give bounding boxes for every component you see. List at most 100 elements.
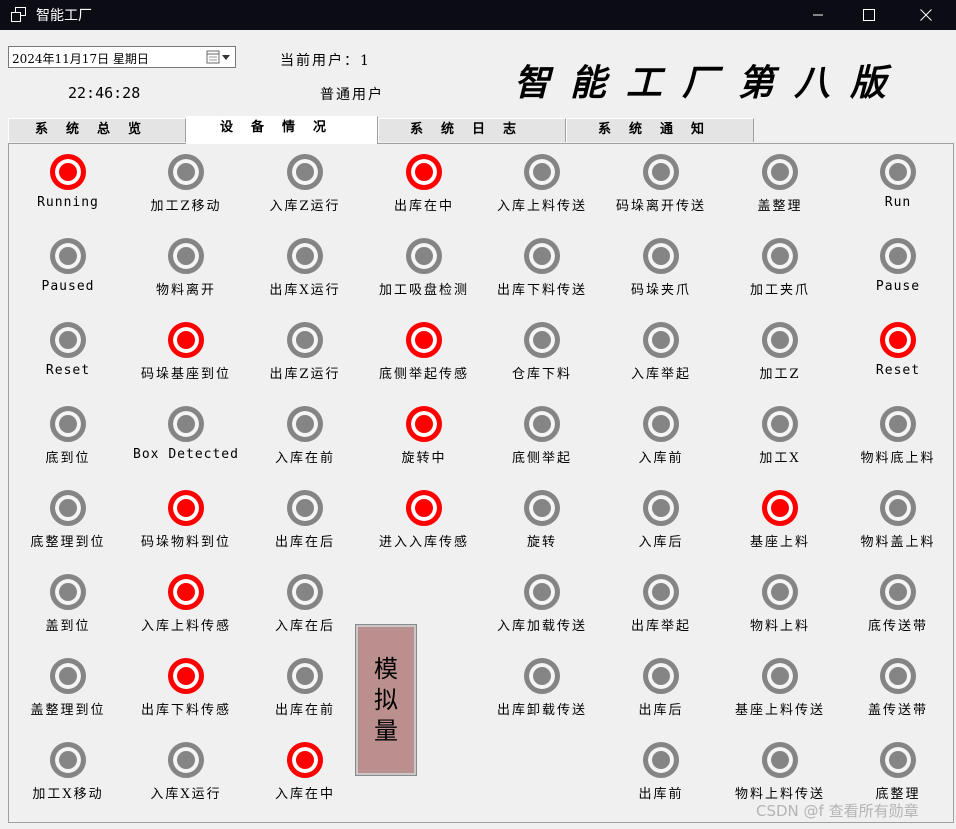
indicator: 底整理 [839,736,956,806]
tab-system-overview[interactable]: 系统总览 [8,118,186,142]
indicator: 进入入库传感 [365,484,483,554]
indicator-label: Pause [875,279,921,294]
indicator-lamp-off [643,322,679,358]
indicator-lamp-off [287,322,323,358]
indicator: 出库在中 [365,148,483,218]
indicator-lamp-off [50,490,86,526]
indicator-lamp-off [50,742,86,778]
indicator-label: 出库在前 [274,703,335,718]
indicator-label: 盖传送带 [867,703,928,718]
indicator-label: 入库Z运行 [269,199,341,214]
indicator-lamp-on [880,322,916,358]
title-bar: 智能工厂 [0,0,956,30]
indicator-lamp-off [762,238,798,274]
indicator: 加工夹爪 [721,232,839,302]
indicator: 盖传送带 [839,652,956,722]
watermark: CSDN @f 查看所有勋章 [756,802,919,820]
indicator-lamp-off [524,574,560,610]
indicator: 出库前 [602,736,720,806]
indicator-lamp-off [524,490,560,526]
indicator-label: 底侧举起 [511,451,572,466]
indicator: 旋转 [483,484,601,554]
indicator: 入库在中 [246,736,364,806]
close-icon [920,9,932,21]
indicator-lamp-on [287,742,323,778]
calendar-dropdown-icon[interactable] [206,50,232,64]
indicator: 物料上料 [721,568,839,638]
indicator-lamp-on [406,490,442,526]
clock-time: 22:46:28 [68,84,141,102]
indicator-label: 加工Z移动 [150,199,222,214]
indicator: 入库X运行 [127,736,245,806]
indicator: Paused [9,232,127,302]
indicator-label: 入库在前 [274,451,335,466]
indicator: 底侧举起 [483,400,601,470]
analog-button[interactable]: 模 拟 量 [355,624,417,776]
indicator-lamp-off [643,238,679,274]
indicator-label: 物料离开 [155,283,216,298]
indicator-label: 出库前 [638,787,684,802]
indicator: 出库下料传送 [483,232,601,302]
indicator-label: 物料底上料 [860,451,936,466]
indicator-lamp-off [880,406,916,442]
indicator-label: 旋转 [526,535,557,550]
indicator-label: Run [884,195,912,210]
indicator: Run [839,148,956,218]
indicator-lamp-on [168,322,204,358]
indicator: 入库在前 [246,400,364,470]
indicator-label: 入库在中 [274,787,335,802]
date-value: 2024年11月17日 星期日 [12,52,149,66]
indicator-lamp-off [524,658,560,694]
indicator-lamp-off [762,322,798,358]
indicator-lamp-off [643,658,679,694]
tab-system-notice[interactable]: 系统通知 [566,118,754,142]
indicator-label: 入库前 [638,451,684,466]
indicator-label: 出库下料传感 [140,703,231,718]
indicator-lamp-off [287,658,323,694]
indicator-lamp-off [762,742,798,778]
indicator-label: 出库Z运行 [269,367,341,382]
indicator: 盖整理到位 [9,652,127,722]
date-picker[interactable]: 2024年11月17日 星期日 [8,46,236,68]
indicator: 出库在后 [246,484,364,554]
indicator: 出库X运行 [246,232,364,302]
window-title: 智能工厂 [36,8,92,24]
indicator-label: 入库后 [638,535,684,550]
close-button[interactable] [900,0,952,30]
indicator: 码垛离开传送 [602,148,720,218]
indicator-lamp-on [406,322,442,358]
indicator-lamp-off [762,406,798,442]
indicator-label: 出库后 [638,703,684,718]
indicator-lamp-off [287,490,323,526]
indicator-lamp-off [762,658,798,694]
indicator-label: 码垛基座到位 [140,367,231,382]
tab-system-log[interactable]: 系统日志 [378,118,566,142]
current-user-label: 当前用户：1 [280,53,371,69]
tab-equipment-status[interactable]: 设备情况 [186,116,378,144]
indicator: 入库前 [602,400,720,470]
maximize-button[interactable] [843,0,895,30]
indicator-label: 入库上料传送 [496,199,587,214]
indicator-label: 码垛夹爪 [630,283,691,298]
indicator-lamp-off [168,154,204,190]
indicator: Reset [9,316,127,386]
indicator: 码垛物料到位 [127,484,245,554]
indicator-lamp-off [406,238,442,274]
indicator-lamp-off [50,574,86,610]
minimize-button[interactable] [792,0,844,30]
indicator-lamp-off [880,154,916,190]
indicator: 入库后 [602,484,720,554]
factory-title: 智能工厂第八版 [514,62,907,104]
indicator-label: Reset [875,363,921,378]
indicator-label: 出库下料传送 [496,283,587,298]
user-type: 普通用户 [320,87,384,103]
indicator-lamp-on [168,574,204,610]
indicator-lamp-off [50,322,86,358]
analog-button-char: 量 [374,716,398,745]
indicator: 入库加载传送 [483,568,601,638]
indicator: Running [9,148,127,218]
indicator: 入库举起 [602,316,720,386]
indicator: 入库Z运行 [246,148,364,218]
indicator-label: 入库上料传感 [140,619,231,634]
indicator: Reset [839,316,956,386]
